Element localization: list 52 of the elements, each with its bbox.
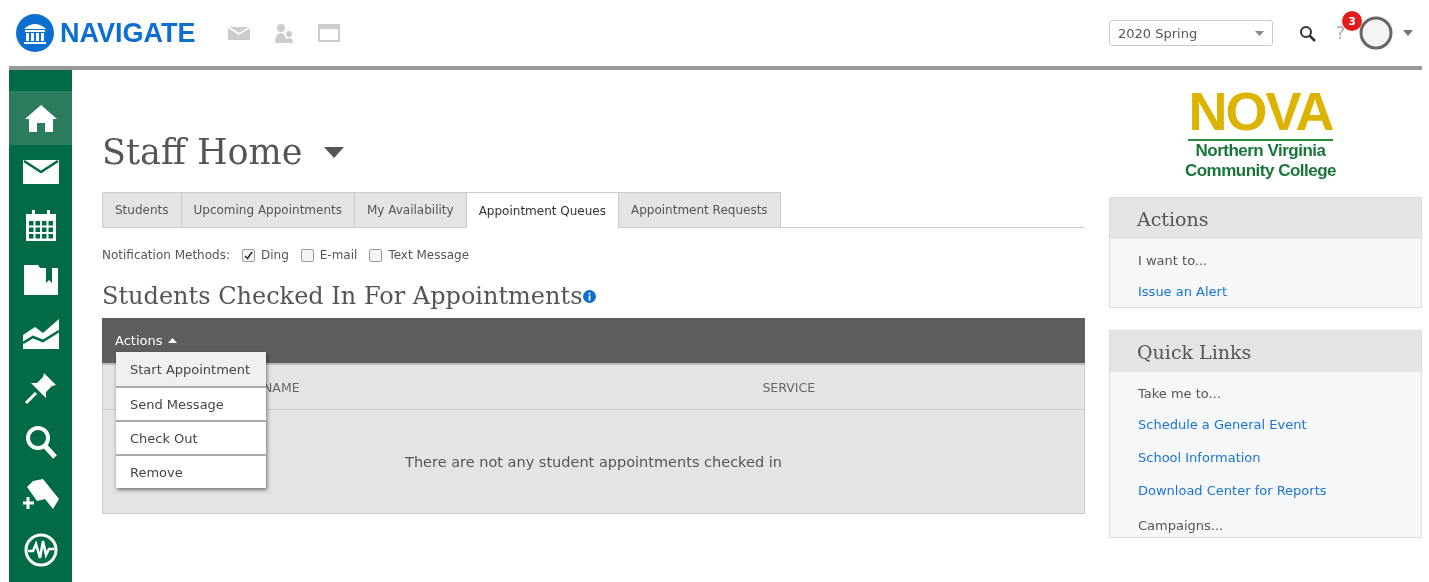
avatar-icon[interactable]: [1359, 16, 1393, 50]
checkbox-label: E-mail: [319, 248, 358, 262]
checkbox[interactable]: [300, 248, 314, 262]
sidebar-item[interactable]: [9, 91, 72, 145]
caret-icon: [1254, 30, 1264, 36]
tab[interactable]: Appointment Queues: [465, 192, 619, 228]
pulse-icon: [23, 533, 58, 567]
tab[interactable]: Appointment Requests: [617, 192, 781, 227]
logo-text: Northern Virginia: [1195, 141, 1326, 162]
notification-label: Notification Methods:: [102, 248, 230, 262]
folder-icon: [23, 265, 58, 295]
menu-item[interactable]: Start Appointment: [116, 352, 266, 386]
checkbox[interactable]: [369, 248, 383, 262]
area-chart-icon: [22, 319, 59, 349]
panel-title: Actions: [1137, 207, 1209, 230]
logo-text: Community College: [1184, 161, 1337, 182]
panel-link[interactable]: Schedule a General Event: [1110, 407, 1421, 441]
logo-wordmark: NOVA: [1188, 86, 1333, 142]
panel-prompt: Take me to...: [1137, 385, 1222, 404]
empty-message: There are not any student appointments checked in: [405, 453, 782, 470]
panel-link[interactable]: Issue an Alert: [1110, 274, 1421, 308]
caret-icon[interactable]: [1403, 30, 1413, 36]
panel-prompt: I want to...: [1137, 252, 1209, 271]
bank-icon: [16, 14, 54, 52]
menu-item[interactable]: Remove: [116, 454, 266, 488]
section-title: Students Checked In For Appointments: [102, 282, 583, 310]
checkbox[interactable]: [241, 248, 255, 262]
panel-link[interactable]: Download Center for Reports: [1110, 473, 1421, 507]
checkbox-label: Ding: [260, 248, 289, 262]
tab[interactable]: Students: [102, 192, 182, 227]
pushpin-icon: [23, 371, 58, 405]
checkbox-label: Text Message: [388, 248, 470, 262]
menu-item[interactable]: Check Out: [116, 420, 266, 454]
tab[interactable]: My Availability: [353, 192, 467, 227]
panel-link[interactable]: School Information: [1110, 440, 1421, 474]
caret-icon: [167, 338, 177, 343]
menu-item[interactable]: Send Message: [116, 386, 266, 420]
column-header: SERVICE: [761, 379, 817, 395]
envelope-icon: [22, 160, 59, 184]
calendar-icon: [24, 210, 57, 242]
caret-icon[interactable]: [324, 146, 345, 158]
search-icon[interactable]: [1298, 24, 1316, 42]
page-title: Staff Home: [102, 132, 303, 172]
tab[interactable]: Upcoming Appointments: [180, 192, 355, 227]
home-icon: [23, 103, 58, 133]
term-select[interactable]: 2020 Spring: [1108, 20, 1273, 46]
search-icon: [24, 425, 57, 459]
info-icon[interactable]: [583, 289, 597, 303]
brand-name: NAVIGATE: [60, 17, 196, 49]
actions-button[interactable]: Actions: [115, 333, 177, 348]
panel-title: Quick Links: [1137, 340, 1252, 363]
panel-prompt: Campaigns...: [1137, 517, 1225, 536]
